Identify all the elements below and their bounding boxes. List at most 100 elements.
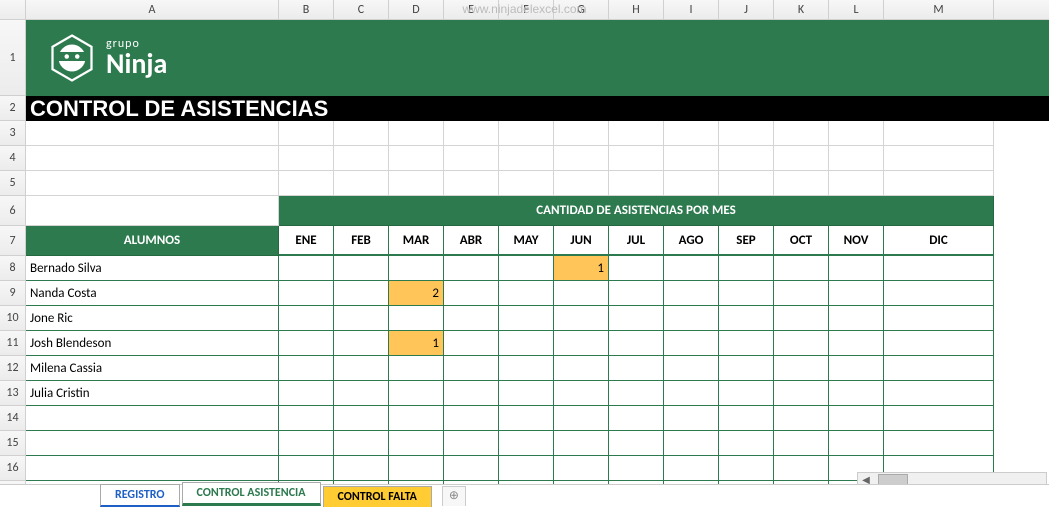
empty-cell-r15-c6[interactable] <box>609 431 664 456</box>
data-cell-r11-AGO[interactable] <box>664 331 719 356</box>
data-cell-r9-ENE[interactable] <box>279 281 334 306</box>
data-cell-r9-NOV[interactable] <box>829 281 884 306</box>
data-cell-r13-SEP[interactable] <box>719 381 774 406</box>
empty-cell-r16-c3[interactable] <box>444 456 499 481</box>
col-header-M[interactable]: M <box>884 0 994 19</box>
row-header-9[interactable]: 9 <box>0 281 26 306</box>
data-cell-r13-MAR[interactable] <box>389 381 444 406</box>
data-cell-r11-FEB[interactable] <box>334 331 389 356</box>
row-header-12[interactable]: 12 <box>0 356 26 381</box>
data-cell-r10-DIC[interactable] <box>884 306 994 331</box>
cell-r5-c1[interactable] <box>279 171 334 196</box>
cell-r4-c2[interactable] <box>334 146 389 171</box>
month-header-JUL[interactable]: JUL <box>609 226 664 256</box>
data-cell-r8-AGO[interactable] <box>664 256 719 281</box>
col-header-A[interactable]: A <box>26 0 279 19</box>
empty-cell-r15-c3[interactable] <box>444 431 499 456</box>
row-header-11[interactable]: 11 <box>0 331 26 356</box>
data-cell-r10-AGO[interactable] <box>664 306 719 331</box>
cell-r4-c3[interactable] <box>389 146 444 171</box>
data-cell-r8-OCT[interactable] <box>774 256 829 281</box>
cell-r4-c5[interactable] <box>499 146 554 171</box>
data-cell-r12-NOV[interactable] <box>829 356 884 381</box>
empty-cell-r16-c2[interactable] <box>389 456 444 481</box>
data-cell-r10-SEP[interactable] <box>719 306 774 331</box>
row-header-7[interactable]: 7 <box>0 226 26 256</box>
cell-r5-c2[interactable] <box>334 171 389 196</box>
data-cell-r9-ABR[interactable] <box>444 281 499 306</box>
empty-cell-r15-c5[interactable] <box>554 431 609 456</box>
cell-r4-c6[interactable] <box>554 146 609 171</box>
cell-r5-c12[interactable] <box>884 171 994 196</box>
empty-cell-r14-c1[interactable] <box>334 406 389 431</box>
col-header-J[interactable]: J <box>719 0 774 19</box>
data-cell-r11-ENE[interactable] <box>279 331 334 356</box>
data-cell-r12-JUN[interactable] <box>554 356 609 381</box>
empty-cell-r15-c9[interactable] <box>774 431 829 456</box>
cell-A6[interactable] <box>26 196 279 226</box>
cell-r3-c5[interactable] <box>499 121 554 146</box>
month-header-MAR[interactable]: MAR <box>389 226 444 256</box>
cell-r3-c11[interactable] <box>829 121 884 146</box>
cell-r4-c4[interactable] <box>444 146 499 171</box>
data-cell-r11-OCT[interactable] <box>774 331 829 356</box>
data-cell-r12-MAY[interactable] <box>499 356 554 381</box>
data-cell-r10-ENE[interactable] <box>279 306 334 331</box>
month-header-ABR[interactable]: ABR <box>444 226 499 256</box>
data-cell-r9-MAR[interactable]: 2 <box>389 281 444 306</box>
data-cell-r13-OCT[interactable] <box>774 381 829 406</box>
cell-r5-c8[interactable] <box>664 171 719 196</box>
data-cell-r10-NOV[interactable] <box>829 306 884 331</box>
cell-r3-c10[interactable] <box>774 121 829 146</box>
data-cell-r9-MAY[interactable] <box>499 281 554 306</box>
cell-r5-c5[interactable] <box>499 171 554 196</box>
cell-r5-c9[interactable] <box>719 171 774 196</box>
data-cell-r8-FEB[interactable] <box>334 256 389 281</box>
data-cell-r12-MAR[interactable] <box>389 356 444 381</box>
cell-r3-c1[interactable] <box>279 121 334 146</box>
row-header-4[interactable]: 4 <box>0 146 26 171</box>
data-cell-r8-NOV[interactable] <box>829 256 884 281</box>
data-cell-r11-NOV[interactable] <box>829 331 884 356</box>
cell-r3-c4[interactable] <box>444 121 499 146</box>
col-header-C[interactable]: C <box>334 0 389 19</box>
empty-cell-r16-c5[interactable] <box>554 456 609 481</box>
data-cell-r11-MAY[interactable] <box>499 331 554 356</box>
data-cell-r12-JUL[interactable] <box>609 356 664 381</box>
cell-r4-c0[interactable] <box>26 146 279 171</box>
data-cell-r9-JUL[interactable] <box>609 281 664 306</box>
empty-cell-r15-c2[interactable] <box>389 431 444 456</box>
data-cell-r9-OCT[interactable] <box>774 281 829 306</box>
data-cell-r8-ABR[interactable] <box>444 256 499 281</box>
row-header-13[interactable]: 13 <box>0 381 26 406</box>
empty-cell-r16-c0[interactable] <box>279 456 334 481</box>
data-cell-r11-JUN[interactable] <box>554 331 609 356</box>
row-header-16[interactable]: 16 <box>0 456 26 481</box>
empty-cell-r16-c6[interactable] <box>609 456 664 481</box>
col-header-I[interactable]: I <box>664 0 719 19</box>
data-cell-r12-ABR[interactable] <box>444 356 499 381</box>
data-cell-r12-AGO[interactable] <box>664 356 719 381</box>
empty-cell-r14-c3[interactable] <box>444 406 499 431</box>
empty-cell-r15-c1[interactable] <box>334 431 389 456</box>
month-header-FEB[interactable]: FEB <box>334 226 389 256</box>
cell-r4-c11[interactable] <box>829 146 884 171</box>
empty-cell-r16-c8[interactable] <box>719 456 774 481</box>
col-header-L[interactable]: L <box>829 0 884 19</box>
empty-cell-r14-c8[interactable] <box>719 406 774 431</box>
data-cell-r13-DIC[interactable] <box>884 381 994 406</box>
data-cell-r13-AGO[interactable] <box>664 381 719 406</box>
col-header-K[interactable]: K <box>774 0 829 19</box>
cell-r3-c3[interactable] <box>389 121 444 146</box>
data-cell-r13-JUN[interactable] <box>554 381 609 406</box>
cell-r4-c10[interactable] <box>774 146 829 171</box>
data-cell-r11-SEP[interactable] <box>719 331 774 356</box>
month-header-JUN[interactable]: JUN <box>554 226 609 256</box>
cell-r5-c0[interactable] <box>26 171 279 196</box>
data-cell-r11-MAR[interactable]: 1 <box>389 331 444 356</box>
data-cell-r12-ENE[interactable] <box>279 356 334 381</box>
empty-cell-r14-c11[interactable] <box>884 406 994 431</box>
data-cell-r9-AGO[interactable] <box>664 281 719 306</box>
month-header-NOV[interactable]: NOV <box>829 226 884 256</box>
data-cell-r8-MAY[interactable] <box>499 256 554 281</box>
